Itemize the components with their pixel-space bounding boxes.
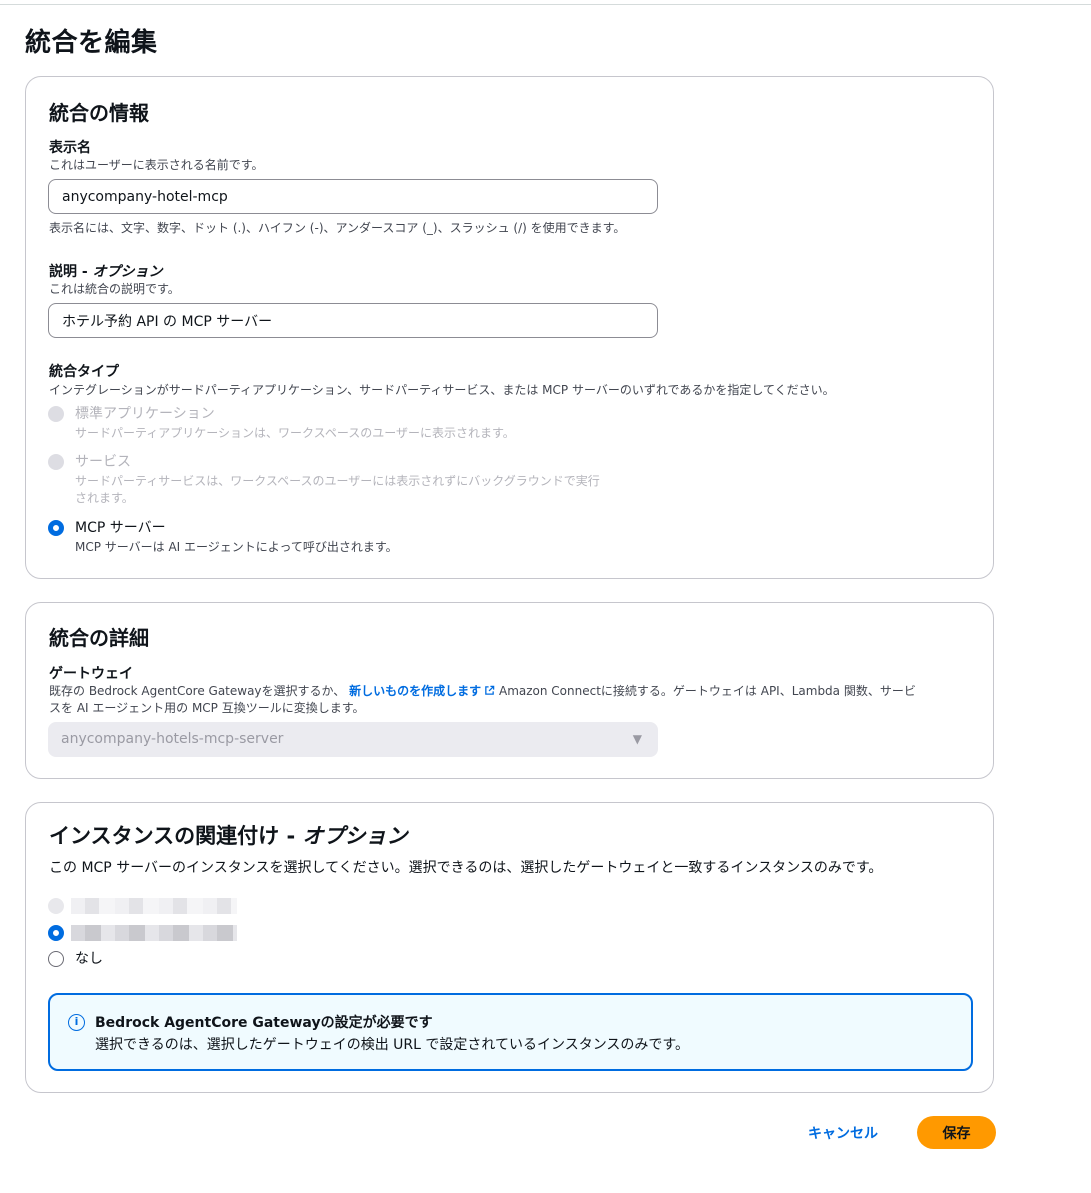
description-input[interactable] [48,303,658,338]
integration-details-card: 統合の詳細 ゲートウェイ 既存の Bedrock AgentCore Gatew… [25,602,994,779]
radio-button[interactable] [48,898,64,914]
gateway-select[interactable]: anycompany-hotels-mcp-server ▼ [48,722,658,757]
cancel-button[interactable]: キャンセル [808,1123,878,1143]
display-name-input[interactable] [48,179,658,214]
radio-description-cont: されます。 [75,491,134,505]
gateway-description: 既存の Bedrock AgentCore Gatewayを選択するか、 新しい… [49,682,916,699]
section-title-instance: インスタンスの関連付け - オプション [49,820,408,850]
instance-title-text: インスタンスの関連付け - [49,824,303,848]
radio-button[interactable] [48,951,64,967]
radio-button[interactable] [48,520,64,536]
description-help: これは統合の説明です。 [49,282,180,296]
display-name-description: これはユーザーに表示される名前です。 [49,158,264,172]
display-name-label: 表示名 [49,140,91,156]
info-alert: i Bedrock AgentCore Gatewayの設定が必要です 選択でき… [48,993,973,1071]
page-title: 統合を編集 [25,28,158,58]
create-gateway-link[interactable]: 新しいものを作成します [349,684,495,698]
alert-title: Bedrock AgentCore Gatewayの設定が必要です [95,1015,433,1031]
dropdown-caret-icon: ▼ [632,732,642,746]
radio-label: サービス [75,454,131,470]
radio-description: MCP サーバーは AI エージェントによって呼び出されます。 [75,540,398,554]
instance-description: この MCP サーバーのインスタンスを選択してください。選択できるのは、選択した… [49,860,883,876]
integration-type-label: 統合タイプ [49,364,119,380]
radio-label: MCP サーバー [75,520,166,536]
info-icon: i [68,1014,85,1031]
section-title-info: 統合の情報 [49,101,149,125]
create-gateway-link-text: 新しいものを作成します [349,684,482,698]
integration-type-description: インテグレーションがサードパーティアプリケーション、サードパーティサービス、また… [49,383,835,397]
gateway-desc-suffix: Amazon Connectに接続する。ゲートウェイは API、Lambda 関… [498,684,916,698]
description-label: 説明 - オプション [49,261,163,281]
redacted-instance-name [71,925,237,941]
radio-description: サードパーティアプリケーションは、ワークスペースのユーザーに表示されます。 [75,426,515,440]
instance-optional-tag: オプション [302,824,408,848]
external-link-icon [485,685,495,695]
gateway-description-cont: スを AI エージェント用の MCP 互換ツールに変換します。 [49,701,365,715]
section-title-details: 統合の詳細 [49,626,149,650]
radio-button [48,454,64,470]
radio-label: なし [75,951,103,967]
gateway-desc-prefix: 既存の Bedrock AgentCore Gatewayを選択するか、 [49,684,346,698]
redacted-instance-name [71,898,237,914]
radio-description: サードパーティサービスは、ワークスペースのユーザーには表示されずにバックグラウン… [75,474,600,488]
gateway-label: ゲートウェイ [49,666,133,682]
radio-button [48,406,64,422]
alert-body: 選択できるのは、選択したゲートウェイの検出 URL で設定されているインスタンス… [95,1037,690,1053]
description-optional-tag: オプション [92,264,163,280]
radio-label: 標準アプリケーション [75,406,215,422]
description-label-text: 説明 - [49,264,93,280]
save-button[interactable]: 保存 [917,1116,996,1149]
top-divider [0,4,1091,5]
gateway-select-value: anycompany-hotels-mcp-server [61,731,284,747]
instance-association-card: インスタンスの関連付け - オプション この MCP サーバーのインスタンスを選… [25,802,994,1093]
display-name-constraint: 表示名には、文字、数字、ドット (.)、ハイフン (-)、アンダースコア (_)… [49,221,626,235]
integration-info-card: 統合の情報 表示名 これはユーザーに表示される名前です。 表示名には、文字、数字… [25,76,994,579]
radio-button[interactable] [48,925,64,941]
